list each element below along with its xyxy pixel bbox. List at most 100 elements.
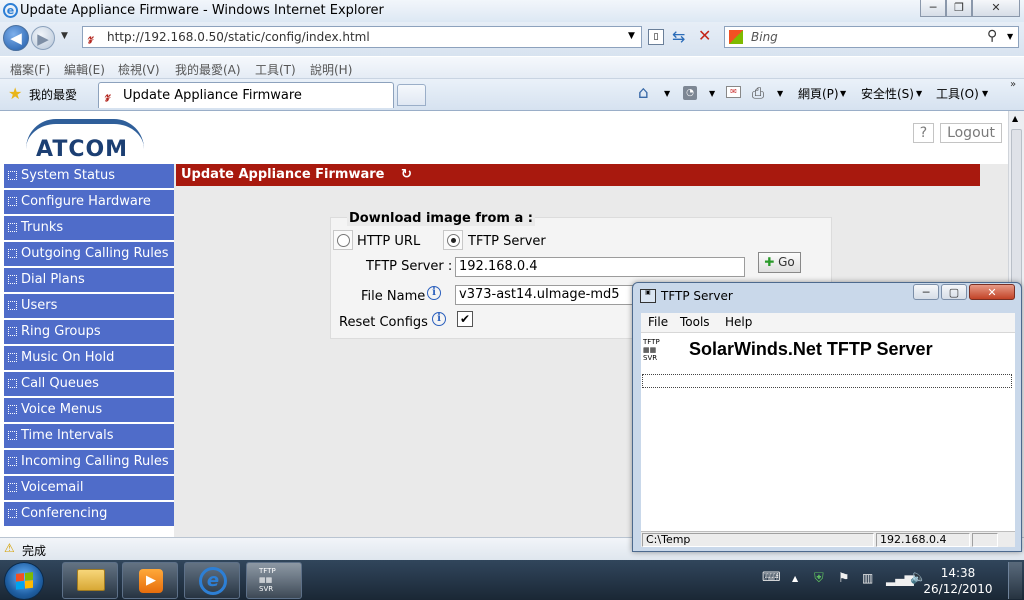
sidebar-item-incoming-calling-rules[interactable]: Incoming Calling Rules [4,450,174,476]
sidebar-item-system-status[interactable]: System Status [4,164,174,190]
page-menu-dropdown-icon[interactable]: ▼ [840,89,846,98]
sidebar-item-voicemail[interactable]: Voicemail [4,476,174,502]
warning-icon: ⚠ [4,541,15,555]
help-link[interactable]: ? [912,123,935,143]
file-name-info-icon[interactable]: i [427,286,441,300]
sidebar-item-music-on-hold[interactable]: Music On Hold [4,346,174,372]
radio-circle [337,234,350,247]
device-icon[interactable]: ▥ [862,571,873,585]
favorites-star-icon[interactable]: ★ [8,84,22,103]
page-header-bar: Update Appliance Firmware ↻ [176,164,980,186]
refresh-icon[interactable]: ⇆ [672,27,685,46]
address-dropdown-icon[interactable]: ▼ [628,31,635,41]
reset-configs-info-icon[interactable]: i [432,312,446,326]
browser-tab[interactable]: 𝓏 Update Appliance Firmware [98,82,394,108]
media-player-icon: ▶ [139,569,163,593]
home-icon[interactable]: ⌂ [638,83,649,103]
taskbar-ie[interactable]: e [184,562,240,599]
tftp-maximize-button[interactable]: ▢ [941,284,967,300]
search-dropdown-icon[interactable]: ▼ [1007,32,1013,41]
favorites-button[interactable]: 我的最愛 [29,86,77,103]
sidebar-item-label: Configure Hardware [21,194,151,209]
sidebar-item-outgoing-calling-rules[interactable]: Outgoing Calling Rules [4,242,174,268]
show-hidden-icons[interactable]: ▲ [792,574,798,583]
sidebar-item-ring-groups[interactable]: Ring Groups [4,320,174,346]
restore-button[interactable]: ❐ [946,0,972,17]
menu-file[interactable]: 檔案(F) [10,61,50,78]
sidebar-item-users[interactable]: Users [4,294,174,320]
clock[interactable]: 14:38 26/12/2010 [920,565,996,597]
radio-circle [447,234,460,247]
reset-configs-checkbox[interactable]: ✔ [457,311,473,327]
flag-icon[interactable]: ⚑ [838,571,850,586]
tools-menu-button[interactable]: 工具(O) [936,85,979,102]
go-button[interactable]: ✚ Go [758,252,801,273]
tftp-server-window[interactable]: ▣ TFTP Server ─ ▢ ✕ File Tools Help TFTP… [632,282,1022,552]
safety-menu-dropdown-icon[interactable]: ▼ [916,89,922,98]
tftp-menu-file[interactable]: File [648,315,668,329]
file-name-input[interactable]: v373-ast14.uImage-md5 [455,285,635,305]
feeds-icon[interactable]: ◔ [683,86,697,100]
sidebar-item-time-intervals[interactable]: Time Intervals [4,424,174,450]
logout-link[interactable]: Logout [940,123,1002,143]
compatibility-view-icon[interactable]: ▯ [648,29,664,45]
keyboard-icon[interactable]: ⌨ [762,570,781,585]
print-icon[interactable]: ⎙ [752,84,764,102]
sidebar-item-voice-menus[interactable]: Voice Menus [4,398,174,424]
address-bar[interactable]: 𝓏 http://192.168.0.50/static/config/inde… [82,26,642,48]
sidebar-item-label: Dial Plans [21,272,85,287]
chevron-more-icon[interactable]: » [1010,79,1016,90]
stop-icon[interactable]: ✕ [698,26,711,45]
bullet-icon [8,197,17,206]
taskbar-media-player[interactable]: ▶ [122,562,178,599]
feeds-dropdown-icon[interactable]: ▼ [709,89,715,98]
tftp-server-radio[interactable] [443,230,463,250]
mail-icon[interactable]: ✉ [726,86,741,98]
sidebar-item-trunks[interactable]: Trunks [4,216,174,242]
bullet-icon [8,483,17,492]
menu-help[interactable]: 說明(H) [310,61,352,78]
scroll-up-icon[interactable]: ▲ [1012,114,1018,123]
tftp-window-title: TFTP Server [661,289,733,303]
page-menu-button[interactable]: 網頁(P) [798,85,839,102]
home-dropdown-icon[interactable]: ▼ [664,89,670,98]
sidebar-item-configure-hardware[interactable]: Configure Hardware [4,190,174,216]
tftp-minimize-button[interactable]: ─ [913,284,939,300]
tftp-taskbar-icon: TFTP ▦▦ SVR [259,567,276,593]
security-shield-icon[interactable]: ⛨ [814,571,824,586]
tftp-server-radio-label[interactable]: TFTP Server [468,234,546,249]
taskbar-explorer[interactable] [62,562,118,599]
safety-menu-button[interactable]: 安全性(S) [861,85,914,102]
tools-menu-dropdown-icon[interactable]: ▼ [982,89,988,98]
http-url-label[interactable]: HTTP URL [357,234,420,249]
menu-favorites[interactable]: 我的最愛(A) [175,61,241,78]
sidebar-item-conferencing[interactable]: Conferencing [4,502,174,528]
tftp-server-input[interactable]: 192.168.0.4 [455,257,745,277]
http-url-radio[interactable] [333,230,353,250]
refresh-icon[interactable]: ↻ [401,167,412,182]
tftp-menu-help[interactable]: Help [725,315,752,329]
menu-view[interactable]: 檢視(V) [118,61,160,78]
taskbar-tftp[interactable]: TFTP ▦▦ SVR [246,562,302,599]
menu-tools[interactable]: 工具(T) [255,61,296,78]
history-dropdown-icon[interactable]: ▼ [61,31,68,41]
sidebar-item-call-queues[interactable]: Call Queues [4,372,174,398]
back-button[interactable]: ◀ [3,25,29,51]
search-box[interactable]: Bing ⚲ ▼ [724,26,1019,48]
show-desktop-button[interactable] [1008,562,1022,599]
forward-button[interactable]: ▶ [31,26,55,50]
new-tab-button[interactable] [397,84,426,106]
ie-title-bar: e Update Appliance Firmware - Windows In… [0,0,1024,22]
print-dropdown-icon[interactable]: ▼ [777,89,783,98]
minimize-button[interactable]: ─ [920,0,946,17]
screen: e Update Appliance Firmware - Windows In… [0,0,1024,600]
tftp-close-button[interactable]: ✕ [969,284,1015,300]
sidebar-item-dial-plans[interactable]: Dial Plans [4,268,174,294]
start-button[interactable] [4,562,44,600]
search-input[interactable]: Bing [751,30,778,44]
close-button[interactable]: ✕ [972,0,1020,17]
tftp-menu-tools[interactable]: Tools [680,315,710,329]
menu-edit[interactable]: 編輯(E) [64,61,105,78]
search-icon[interactable]: ⚲ [987,28,997,44]
tftp-log-area[interactable]: TFTP ▦▦ SVR SolarWinds.Net TFTP Server [641,333,1015,531]
